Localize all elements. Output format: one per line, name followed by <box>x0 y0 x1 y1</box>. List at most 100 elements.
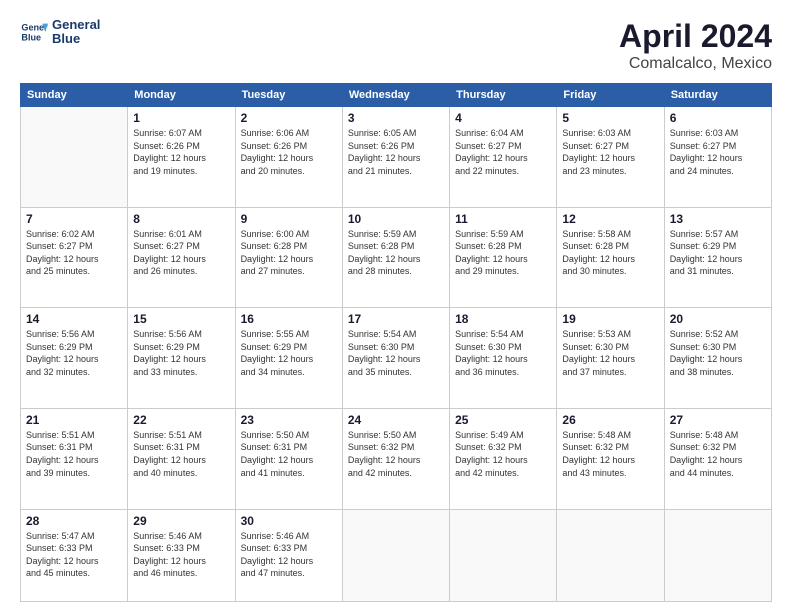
day-number: 7 <box>26 212 122 226</box>
col-thursday: Thursday <box>450 84 557 107</box>
title-block: April 2024 Comalcalco, Mexico <box>619 18 772 73</box>
day-number: 9 <box>241 212 337 226</box>
day-number: 16 <box>241 312 337 326</box>
calendar-cell <box>664 509 771 602</box>
calendar-cell: 21Sunrise: 5:51 AM Sunset: 6:31 PM Dayli… <box>21 408 128 509</box>
day-number: 14 <box>26 312 122 326</box>
calendar-cell: 18 Sunrise: 5:54 AM Sunset: 6:30 PM Dayli… <box>450 308 557 409</box>
day-info: Sunrise: 6:02 AM Sunset: 6:27 PM Dayligh… <box>26 228 122 278</box>
calendar-cell: 13 Sunrise: 5:57 AM Sunset: 6:29 PM Dayli… <box>664 207 771 308</box>
day-info: Sunrise: 5:54 AM Sunset: 6:30 PM Dayligh… <box>455 328 551 378</box>
calendar-week-0: 1Sunrise: 6:07 AM Sunset: 6:26 PM Daylig… <box>21 107 772 208</box>
col-sunday: Sunday <box>21 84 128 107</box>
day-info: Sunrise: 5:56 AM Sunset: 6:29 PM Dayligh… <box>133 328 229 378</box>
calendar-cell: 5Sunrise: 6:03 AM Sunset: 6:27 PM Daylig… <box>557 107 664 208</box>
day-info: Sunrise: 5:49 AM Sunset: 6:32 PM Dayligh… <box>455 429 551 479</box>
subtitle: Comalcalco, Mexico <box>619 55 772 73</box>
calendar-table: Sunday Monday Tuesday Wednesday Thursday… <box>20 83 772 602</box>
day-number: 10 <box>348 212 444 226</box>
calendar-cell: 17 Sunrise: 5:54 AM Sunset: 6:30 PM Dayli… <box>342 308 449 409</box>
day-number: 30 <box>241 514 337 528</box>
main-title: April 2024 <box>619 18 772 55</box>
day-info: Sunrise: 5:54 AM Sunset: 6:30 PM Dayligh… <box>348 328 444 378</box>
svg-text:Blue: Blue <box>21 33 41 43</box>
day-number: 8 <box>133 212 229 226</box>
day-number: 6 <box>670 111 766 125</box>
calendar-cell: 1Sunrise: 6:07 AM Sunset: 6:26 PM Daylig… <box>128 107 235 208</box>
day-info: Sunrise: 5:57 AM Sunset: 6:29 PM Dayligh… <box>670 228 766 278</box>
day-number: 13 <box>670 212 766 226</box>
day-number: 12 <box>562 212 658 226</box>
calendar-cell: 12Sunrise: 5:58 AM Sunset: 6:28 PM Dayli… <box>557 207 664 308</box>
calendar-cell: 7 Sunrise: 6:02 AM Sunset: 6:27 PM Daylig… <box>21 207 128 308</box>
calendar-cell: 30 Sunrise: 5:46 AM Sunset: 6:33 PM Dayli… <box>235 509 342 602</box>
day-info: Sunrise: 6:05 AM Sunset: 6:26 PM Dayligh… <box>348 127 444 177</box>
day-number: 3 <box>348 111 444 125</box>
calendar-cell: 23 Sunrise: 5:50 AM Sunset: 6:31 PM Dayli… <box>235 408 342 509</box>
day-number: 20 <box>670 312 766 326</box>
day-number: 5 <box>562 111 658 125</box>
day-info: Sunrise: 5:46 AM Sunset: 6:33 PM Dayligh… <box>133 530 229 580</box>
day-info: Sunrise: 5:51 AM Sunset: 6:31 PM Dayligh… <box>133 429 229 479</box>
day-number: 23 <box>241 413 337 427</box>
day-info: Sunrise: 6:00 AM Sunset: 6:28 PM Dayligh… <box>241 228 337 278</box>
day-number: 17 <box>348 312 444 326</box>
logo: General Blue General Blue <box>20 18 100 47</box>
calendar-week-4: 28 Sunrise: 5:47 AM Sunset: 6:33 PM Dayli… <box>21 509 772 602</box>
day-number: 28 <box>26 514 122 528</box>
day-info: Sunrise: 5:53 AM Sunset: 6:30 PM Dayligh… <box>562 328 658 378</box>
day-number: 4 <box>455 111 551 125</box>
calendar-cell: 28 Sunrise: 5:47 AM Sunset: 6:33 PM Dayli… <box>21 509 128 602</box>
header: General Blue General Blue April 2024 Com… <box>20 18 772 73</box>
day-info: Sunrise: 5:52 AM Sunset: 6:30 PM Dayligh… <box>670 328 766 378</box>
day-info: Sunrise: 5:51 AM Sunset: 6:31 PM Dayligh… <box>26 429 122 479</box>
day-number: 27 <box>670 413 766 427</box>
day-info: Sunrise: 6:03 AM Sunset: 6:27 PM Dayligh… <box>670 127 766 177</box>
calendar-cell: 9 Sunrise: 6:00 AM Sunset: 6:28 PM Daylig… <box>235 207 342 308</box>
calendar-cell <box>21 107 128 208</box>
day-info: Sunrise: 5:59 AM Sunset: 6:28 PM Dayligh… <box>348 228 444 278</box>
calendar-cell: 20 Sunrise: 5:52 AM Sunset: 6:30 PM Dayli… <box>664 308 771 409</box>
day-info: Sunrise: 5:47 AM Sunset: 6:33 PM Dayligh… <box>26 530 122 580</box>
calendar-week-3: 21Sunrise: 5:51 AM Sunset: 6:31 PM Dayli… <box>21 408 772 509</box>
day-number: 18 <box>455 312 551 326</box>
day-number: 11 <box>455 212 551 226</box>
calendar-cell: 26 Sunrise: 5:48 AM Sunset: 6:32 PM Dayli… <box>557 408 664 509</box>
day-info: Sunrise: 5:50 AM Sunset: 6:31 PM Dayligh… <box>241 429 337 479</box>
calendar-week-1: 7 Sunrise: 6:02 AM Sunset: 6:27 PM Daylig… <box>21 207 772 308</box>
day-info: Sunrise: 5:46 AM Sunset: 6:33 PM Dayligh… <box>241 530 337 580</box>
day-number: 15 <box>133 312 229 326</box>
col-saturday: Saturday <box>664 84 771 107</box>
logo-icon: General Blue <box>20 18 48 46</box>
page: General Blue General Blue April 2024 Com… <box>0 0 792 612</box>
logo-general: General <box>52 18 100 32</box>
calendar-cell: 27 Sunrise: 5:48 AM Sunset: 6:32 PM Dayli… <box>664 408 771 509</box>
day-info: Sunrise: 5:56 AM Sunset: 6:29 PM Dayligh… <box>26 328 122 378</box>
day-info: Sunrise: 5:59 AM Sunset: 6:28 PM Dayligh… <box>455 228 551 278</box>
calendar-cell <box>557 509 664 602</box>
calendar-cell: 11 Sunrise: 5:59 AM Sunset: 6:28 PM Dayli… <box>450 207 557 308</box>
calendar-cell: 3 Sunrise: 6:05 AM Sunset: 6:26 PM Daylig… <box>342 107 449 208</box>
logo-blue: Blue <box>52 32 100 46</box>
calendar-cell: 10 Sunrise: 5:59 AM Sunset: 6:28 PM Dayli… <box>342 207 449 308</box>
calendar-cell: 19Sunrise: 5:53 AM Sunset: 6:30 PM Dayli… <box>557 308 664 409</box>
calendar-cell: 15 Sunrise: 5:56 AM Sunset: 6:29 PM Dayli… <box>128 308 235 409</box>
calendar-cell: 24Sunrise: 5:50 AM Sunset: 6:32 PM Dayli… <box>342 408 449 509</box>
calendar-cell <box>342 509 449 602</box>
calendar-cell: 22 Sunrise: 5:51 AM Sunset: 6:31 PM Dayli… <box>128 408 235 509</box>
calendar-cell: 2 Sunrise: 6:06 AM Sunset: 6:26 PM Daylig… <box>235 107 342 208</box>
calendar-cell: 29Sunrise: 5:46 AM Sunset: 6:33 PM Dayli… <box>128 509 235 602</box>
day-info: Sunrise: 6:04 AM Sunset: 6:27 PM Dayligh… <box>455 127 551 177</box>
day-info: Sunrise: 6:06 AM Sunset: 6:26 PM Dayligh… <box>241 127 337 177</box>
day-number: 26 <box>562 413 658 427</box>
day-info: Sunrise: 5:48 AM Sunset: 6:32 PM Dayligh… <box>670 429 766 479</box>
day-number: 25 <box>455 413 551 427</box>
day-number: 2 <box>241 111 337 125</box>
calendar-cell: 6 Sunrise: 6:03 AM Sunset: 6:27 PM Daylig… <box>664 107 771 208</box>
day-number: 22 <box>133 413 229 427</box>
col-monday: Monday <box>128 84 235 107</box>
calendar-cell <box>450 509 557 602</box>
day-info: Sunrise: 5:48 AM Sunset: 6:32 PM Dayligh… <box>562 429 658 479</box>
col-wednesday: Wednesday <box>342 84 449 107</box>
calendar-cell: 8Sunrise: 6:01 AM Sunset: 6:27 PM Daylig… <box>128 207 235 308</box>
